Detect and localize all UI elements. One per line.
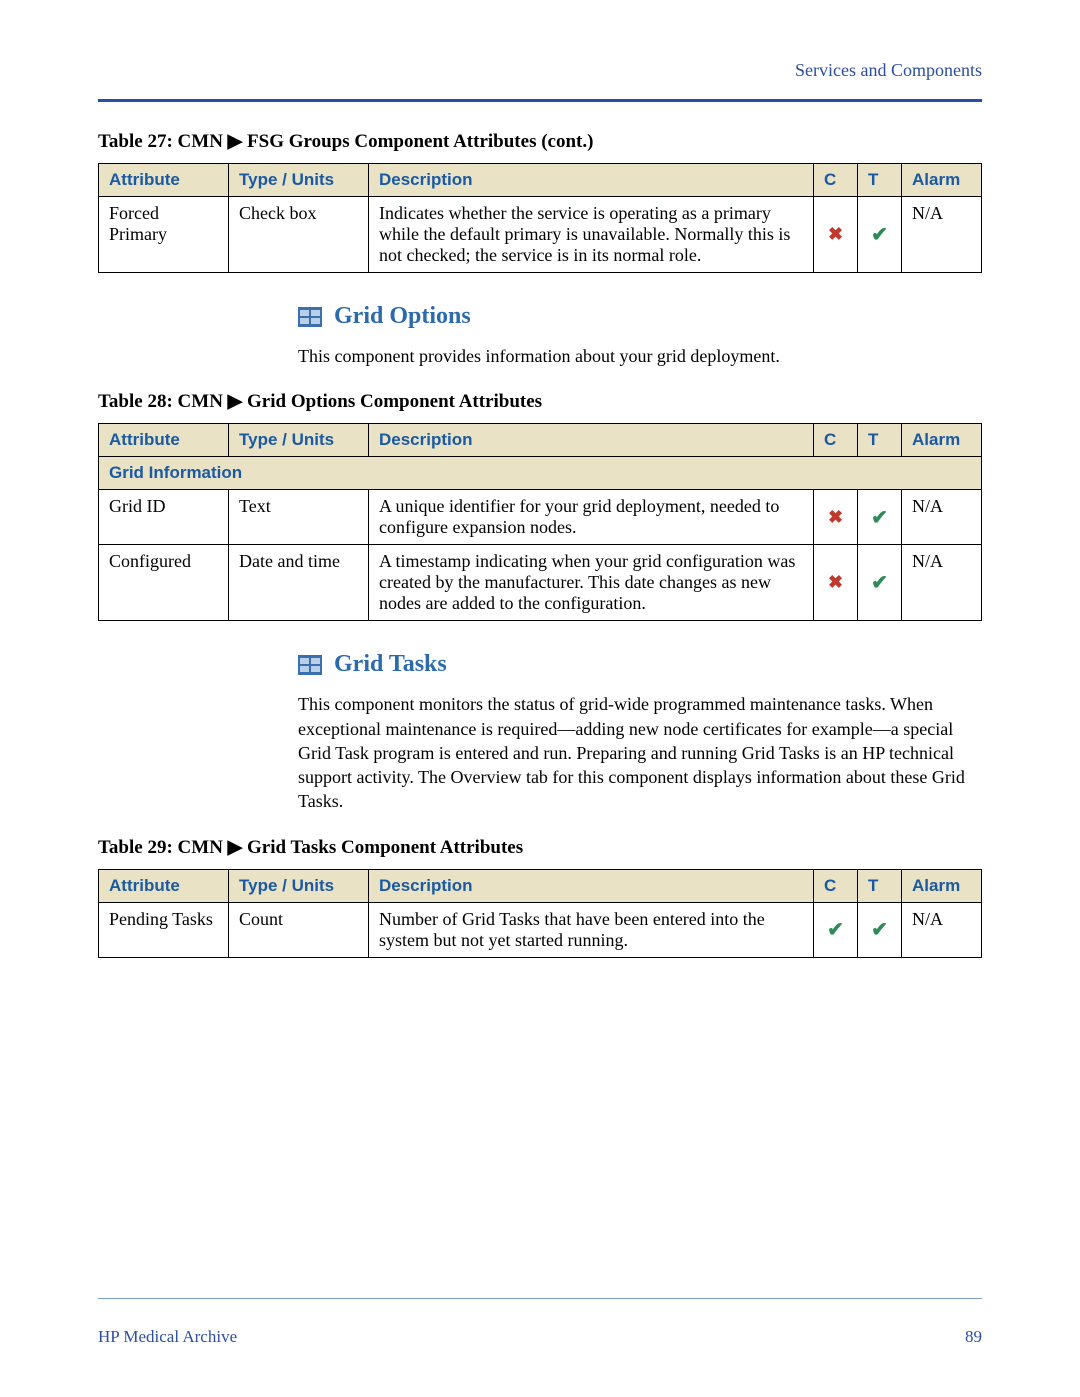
- grid-tasks-intro: This component monitors the status of gr…: [298, 692, 982, 813]
- cell-t: ✔: [858, 197, 902, 273]
- grid-icon: [298, 655, 322, 675]
- cell-alarm: N/A: [902, 197, 982, 273]
- cell-description: A unique identifier for your grid deploy…: [369, 490, 814, 545]
- th-alarm: Alarm: [902, 164, 982, 197]
- footer: HP Medical Archive 89: [98, 1298, 982, 1347]
- th-type: Type / Units: [229, 869, 369, 902]
- cross-icon: ✖: [828, 507, 843, 527]
- th-attribute: Attribute: [99, 424, 229, 457]
- th-attribute: Attribute: [99, 869, 229, 902]
- cell-alarm: N/A: [902, 902, 982, 957]
- cell-c: ✖: [814, 490, 858, 545]
- table-section-row: Grid Information: [99, 457, 982, 490]
- th-c: C: [814, 424, 858, 457]
- table29: Attribute Type / Units Description C T A…: [98, 869, 982, 958]
- grid-options-intro: This component provides information abou…: [298, 344, 982, 368]
- cell-t: ✔: [858, 902, 902, 957]
- cell-t: ✔: [858, 490, 902, 545]
- grid-icon: [298, 307, 322, 327]
- table-header-row: Attribute Type / Units Description C T A…: [99, 869, 982, 902]
- th-type: Type / Units: [229, 424, 369, 457]
- cell-type: Check box: [229, 197, 369, 273]
- th-c: C: [814, 164, 858, 197]
- header-link[interactable]: Services and Components: [98, 60, 982, 81]
- table28: Attribute Type / Units Description C T A…: [98, 423, 982, 621]
- cell-c: ✖: [814, 197, 858, 273]
- cell-alarm: N/A: [902, 545, 982, 621]
- th-t: T: [858, 164, 902, 197]
- table28-caption: Table 28: CMN ▶ Grid Options Component A…: [98, 390, 982, 413]
- table-header-row: Attribute Type / Units Description C T A…: [99, 164, 982, 197]
- cell-description: Indicates whether the service is operati…: [369, 197, 814, 273]
- cell-attribute: Grid ID: [99, 490, 229, 545]
- cell-attribute: Forced Primary: [99, 197, 229, 273]
- check-icon: ✔: [827, 919, 844, 941]
- cross-icon: ✖: [828, 572, 843, 592]
- table27: Attribute Type / Units Description C T A…: [98, 163, 982, 273]
- table-header-row: Attribute Type / Units Description C T A…: [99, 424, 982, 457]
- cell-type: Text: [229, 490, 369, 545]
- cell-attribute: Configured: [99, 545, 229, 621]
- cell-t: ✔: [858, 545, 902, 621]
- check-icon: ✔: [871, 224, 888, 246]
- cell-c: ✔: [814, 902, 858, 957]
- page-number: 89: [965, 1327, 982, 1347]
- section-label: Grid Information: [99, 457, 982, 490]
- th-c: C: [814, 869, 858, 902]
- check-icon: ✔: [871, 572, 888, 594]
- table-row: Pending Tasks Count Number of Grid Tasks…: [99, 902, 982, 957]
- th-t: T: [858, 424, 902, 457]
- table-row: Configured Date and time A timestamp ind…: [99, 545, 982, 621]
- th-description: Description: [369, 869, 814, 902]
- check-icon: ✔: [871, 507, 888, 529]
- th-t: T: [858, 869, 902, 902]
- table29-caption: Table 29: CMN ▶ Grid Tasks Component Att…: [98, 836, 982, 859]
- grid-options-title: Grid Options: [334, 303, 471, 330]
- grid-options-heading: Grid Options: [298, 303, 982, 330]
- cell-description: Number of Grid Tasks that have been ente…: [369, 902, 814, 957]
- th-type: Type / Units: [229, 164, 369, 197]
- th-alarm: Alarm: [902, 869, 982, 902]
- th-alarm: Alarm: [902, 424, 982, 457]
- th-attribute: Attribute: [99, 164, 229, 197]
- table-row: Grid ID Text A unique identifier for you…: [99, 490, 982, 545]
- cell-attribute: Pending Tasks: [99, 902, 229, 957]
- table27-caption: Table 27: CMN ▶ FSG Groups Component Att…: [98, 130, 982, 153]
- top-rule: [98, 99, 982, 102]
- th-description: Description: [369, 164, 814, 197]
- bottom-rule: [98, 1298, 982, 1299]
- cell-type: Date and time: [229, 545, 369, 621]
- grid-tasks-heading: Grid Tasks: [298, 651, 982, 678]
- footer-left: HP Medical Archive: [98, 1327, 237, 1347]
- grid-tasks-title: Grid Tasks: [334, 651, 447, 678]
- cell-description: A timestamp indicating when your grid co…: [369, 545, 814, 621]
- th-description: Description: [369, 424, 814, 457]
- cross-icon: ✖: [828, 224, 843, 244]
- table-row: Forced Primary Check box Indicates wheth…: [99, 197, 982, 273]
- cell-alarm: N/A: [902, 490, 982, 545]
- cell-type: Count: [229, 902, 369, 957]
- cell-c: ✖: [814, 545, 858, 621]
- check-icon: ✔: [871, 919, 888, 941]
